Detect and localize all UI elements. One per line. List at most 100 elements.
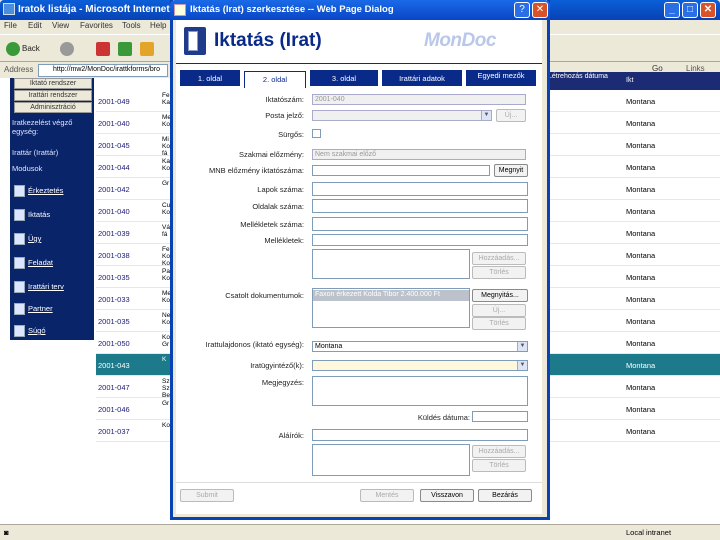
plan-icon	[14, 281, 25, 293]
maximize-icon[interactable]: □	[682, 2, 698, 18]
tab-page-3[interactable]: 3. oldal	[310, 70, 378, 86]
lapok-field[interactable]	[312, 182, 528, 196]
tab-page-2[interactable]: 2. oldal	[244, 71, 306, 88]
sidebar-item-iktatas[interactable]: Iktatás	[12, 206, 92, 224]
ugyintezo-select[interactable]: ▼	[312, 360, 528, 371]
sidebar-item-ugy[interactable]: Ügy	[12, 230, 92, 248]
save-button[interactable]: Mentés	[360, 489, 414, 502]
tab-archive-data[interactable]: Irattári adatok	[382, 70, 462, 86]
alairok-field[interactable]	[312, 429, 528, 441]
alairok-add-button[interactable]: Hozzáadás...	[472, 445, 526, 458]
postajelzo-new-button[interactable]: Új...	[496, 109, 526, 122]
csatolt-open-button[interactable]: Megnyitás...	[472, 289, 528, 302]
postajelzo-select[interactable]: ▼	[312, 110, 492, 121]
sidebar-item-irattari-terv[interactable]: Irattári terv	[12, 278, 92, 296]
mellekletek-add-button[interactable]: Hozzáadás...	[472, 252, 526, 265]
sidebar-item-sugo[interactable]: Súgó	[12, 322, 92, 340]
alairok-list[interactable]	[312, 444, 470, 476]
row-id[interactable]: 2001-044	[98, 163, 130, 172]
minimize-icon[interactable]: _	[664, 2, 680, 18]
home-button[interactable]	[140, 40, 156, 58]
zone-text: Local intranet	[626, 528, 672, 537]
back-button[interactable]: Back	[6, 40, 40, 58]
row-subject: Me Ko	[162, 290, 170, 304]
row-id[interactable]: 2001-043	[98, 361, 130, 370]
csatolt-new-button[interactable]: Új...	[472, 304, 526, 317]
row-id[interactable]: 2001-045	[98, 141, 130, 150]
address-input[interactable]: http://mw2/MonDoc/irattkforms/bro	[38, 64, 168, 77]
iktatoszam-label: Iktatószám:	[265, 95, 304, 104]
megjegyzes-textarea[interactable]	[312, 376, 528, 406]
ie-icon	[3, 3, 15, 15]
form-area: Iktatószám: 2001-040 Posta jelző: ▼ Új..…	[176, 88, 542, 482]
row-id[interactable]: 2001-046	[98, 405, 130, 414]
row-owner: Montana	[626, 361, 656, 370]
close-button[interactable]: Bezárás	[478, 489, 532, 502]
mellekletek-szama-field[interactable]	[312, 217, 528, 231]
menu-tools[interactable]: Tools	[122, 21, 141, 30]
help-button[interactable]: ?	[514, 2, 530, 18]
row-id[interactable]: 2001-050	[98, 339, 130, 348]
close-icon[interactable]: ✕	[700, 2, 716, 18]
row-subject: Sz Sz Be Mi	[162, 378, 170, 398]
kuldes-date-field[interactable]	[472, 411, 528, 422]
mellekletek-list[interactable]	[312, 249, 470, 279]
sidebar-btn-irattari[interactable]: Irattári rendszer	[14, 90, 92, 101]
chevron-down-icon: ▼	[517, 361, 527, 370]
row-id[interactable]: 2001-038	[98, 251, 130, 260]
menu-edit[interactable]: Edit	[28, 21, 42, 30]
row-subject: Mi Ko fá	[162, 136, 170, 156]
menu-file[interactable]: File	[4, 21, 17, 30]
row-id[interactable]: 2001-039	[98, 229, 130, 238]
sidebar-item-erkeztetes[interactable]: Érkeztetés	[12, 182, 92, 200]
row-id[interactable]: 2001-033	[98, 295, 130, 304]
revert-button[interactable]: Visszavon	[420, 489, 474, 502]
row-id[interactable]: 2001-037	[98, 427, 130, 436]
tab-custom-fields[interactable]: Egyedi mezők	[466, 70, 536, 86]
stop-button[interactable]	[96, 40, 112, 58]
row-id[interactable]: 2001-047	[98, 383, 130, 392]
sidebar-item-partner[interactable]: Partner	[12, 300, 92, 318]
row-id[interactable]: 2001-035	[98, 273, 130, 282]
tab-page-1[interactable]: 1. oldal	[180, 70, 240, 86]
surgos-checkbox[interactable]	[312, 129, 321, 138]
dialog-close-button[interactable]: ✕	[532, 2, 548, 18]
menu-help[interactable]: Help	[150, 21, 166, 30]
row-id[interactable]: 2001-040	[98, 207, 130, 216]
row-subject: Pa Ko	[162, 268, 170, 282]
surgos-label: Sürgős:	[278, 130, 304, 139]
row-subject: Ka Ko	[162, 158, 170, 172]
csatolt-selected-item[interactable]: Faxon érkezett Kolda Tibor 2.400.000 Ft	[313, 290, 469, 301]
status-ie-icon: ◙	[4, 528, 9, 537]
mnb-field[interactable]	[312, 165, 490, 176]
row-id[interactable]: 2001-040	[98, 119, 130, 128]
sidebar-btn-iktato[interactable]: Iktató rendszer	[14, 78, 92, 89]
sidebar-item-feladat[interactable]: Feladat	[12, 254, 92, 272]
row-subject: K	[162, 356, 167, 363]
forward-button[interactable]	[60, 40, 76, 58]
sidebar-btn-admin[interactable]: Adminisztráció	[14, 102, 92, 113]
menu-favorites[interactable]: Favorites	[80, 21, 113, 30]
alairok-delete-button[interactable]: Törlés	[472, 459, 526, 472]
menu-view[interactable]: View	[52, 21, 69, 30]
submit-button[interactable]: Submit	[180, 489, 234, 502]
row-id[interactable]: 2001-049	[98, 97, 130, 106]
chevron-down-icon: ▼	[517, 342, 527, 351]
oldalak-label: Oldalak száma:	[252, 202, 304, 211]
row-id[interactable]: 2001-042	[98, 185, 130, 194]
mellekletek-delete-button[interactable]: Törlés	[472, 266, 526, 279]
row-subject: Fe Ko Ko	[162, 246, 170, 266]
row-subject: Ko Gr	[162, 334, 170, 348]
mnb-open-button[interactable]: Megnyit	[494, 164, 528, 177]
refresh-button[interactable]	[118, 40, 134, 58]
csatolt-delete-button[interactable]: Törlés	[472, 317, 526, 330]
iktatoszam-field[interactable]: 2001-040	[312, 94, 526, 105]
address-label: Address	[4, 65, 34, 74]
banner-title: Iktatás (Irat)	[214, 30, 322, 51]
row-id[interactable]: 2001-035	[98, 317, 130, 326]
irattulajdonos-select[interactable]: Montana ▼	[312, 341, 528, 352]
oldalak-field[interactable]	[312, 199, 528, 213]
mellekletek-field[interactable]	[312, 234, 528, 246]
szakmai-select[interactable]: Nem szakmai előző	[312, 149, 526, 160]
mnb-label: MNB előzmény iktatószáma:	[208, 166, 304, 175]
